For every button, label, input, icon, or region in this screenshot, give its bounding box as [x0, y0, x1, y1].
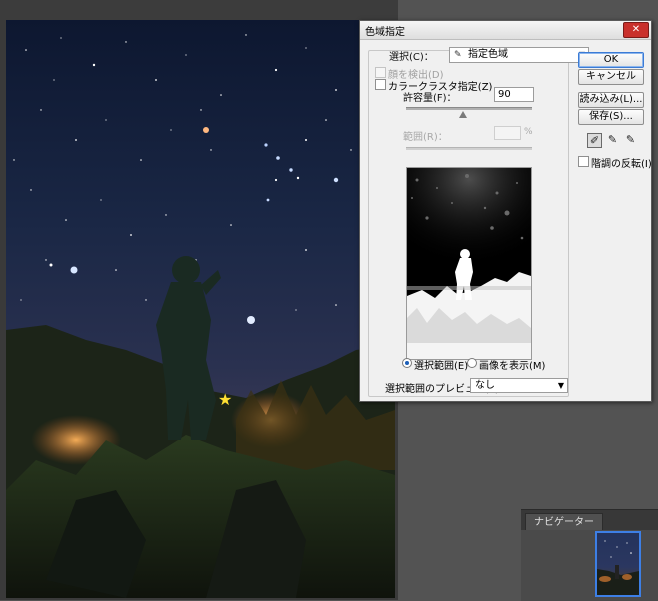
dialog-titlebar[interactable]: 色域指定 ✕ — [360, 21, 651, 40]
jupiter-star — [247, 316, 255, 324]
navigator-thumbnail[interactable] — [595, 531, 641, 597]
fuzziness-label: 許容量(F)： — [403, 93, 457, 104]
radio-selection-dot — [402, 358, 412, 368]
range-label: 範囲(R)： — [403, 132, 448, 143]
fuzziness-input[interactable]: 90 — [494, 87, 534, 102]
selection-preview[interactable] — [406, 167, 532, 360]
dialog-title: 色域指定 — [365, 27, 405, 38]
thumbnail-artwork — [597, 540, 639, 595]
invert-box — [578, 156, 589, 167]
night-sky-photo[interactable]: ★ — [6, 20, 395, 598]
eyedropper-icon: ✎ — [454, 50, 462, 60]
photo-artwork: ★ — [6, 34, 395, 598]
range-unit: % — [524, 127, 533, 137]
selection-label: 選択(C)： — [389, 52, 434, 63]
eyedropper-minus-icon[interactable]: ✎ — [624, 133, 637, 146]
bright-star — [70, 266, 78, 274]
radio-selection-label: 選択範囲(E) — [414, 361, 469, 372]
color-range-dialog: 色域指定 ✕ 選択(C)： ✎ 指定色域 ▼ 顔を検出(D) カラークラスタ指定… — [359, 20, 652, 402]
detect-faces-box — [375, 67, 386, 78]
selection-preview-value: なし — [475, 380, 495, 391]
fuzziness-slider[interactable] — [406, 107, 532, 118]
orange-star — [203, 127, 209, 133]
fuzziness-slider-thumb[interactable] — [458, 111, 467, 118]
cancel-button[interactable]: キャンセル — [578, 69, 644, 85]
selection-value: 指定色域 — [468, 49, 508, 60]
radio-image-dot — [467, 358, 477, 368]
selection-dropdown[interactable]: ✎ 指定色域 ▼ — [449, 47, 589, 63]
eyedropper-plus-icon[interactable]: ✎ — [606, 133, 619, 146]
selection-mask-artwork — [407, 168, 531, 359]
range-input — [494, 126, 521, 140]
eyedropper-icon[interactable]: ✐ — [587, 133, 602, 148]
radio-image-label: 画像を表示(M) — [479, 361, 546, 372]
navigator-tab[interactable]: ナビゲーター — [525, 513, 603, 531]
canvas-top-strip — [0, 0, 398, 20]
save-button[interactable]: 保存(S)... — [578, 109, 644, 125]
localized-clusters-box — [375, 79, 386, 90]
navigator-panel: ナビゲーター — [521, 509, 658, 601]
document-canvas[interactable]: ★ — [0, 0, 398, 600]
close-button[interactable]: ✕ — [623, 22, 649, 38]
invert-label: 階調の反転(I) — [591, 159, 652, 170]
ok-button[interactable]: OK — [578, 52, 644, 68]
range-slider — [406, 147, 532, 150]
selection-preview-dropdown[interactable]: なし ▼ — [470, 378, 568, 393]
load-button[interactable]: 読み込み(L)... — [578, 92, 644, 108]
star-marker-icon: ★ — [218, 390, 232, 409]
chevron-down-icon: ▼ — [557, 381, 564, 390]
